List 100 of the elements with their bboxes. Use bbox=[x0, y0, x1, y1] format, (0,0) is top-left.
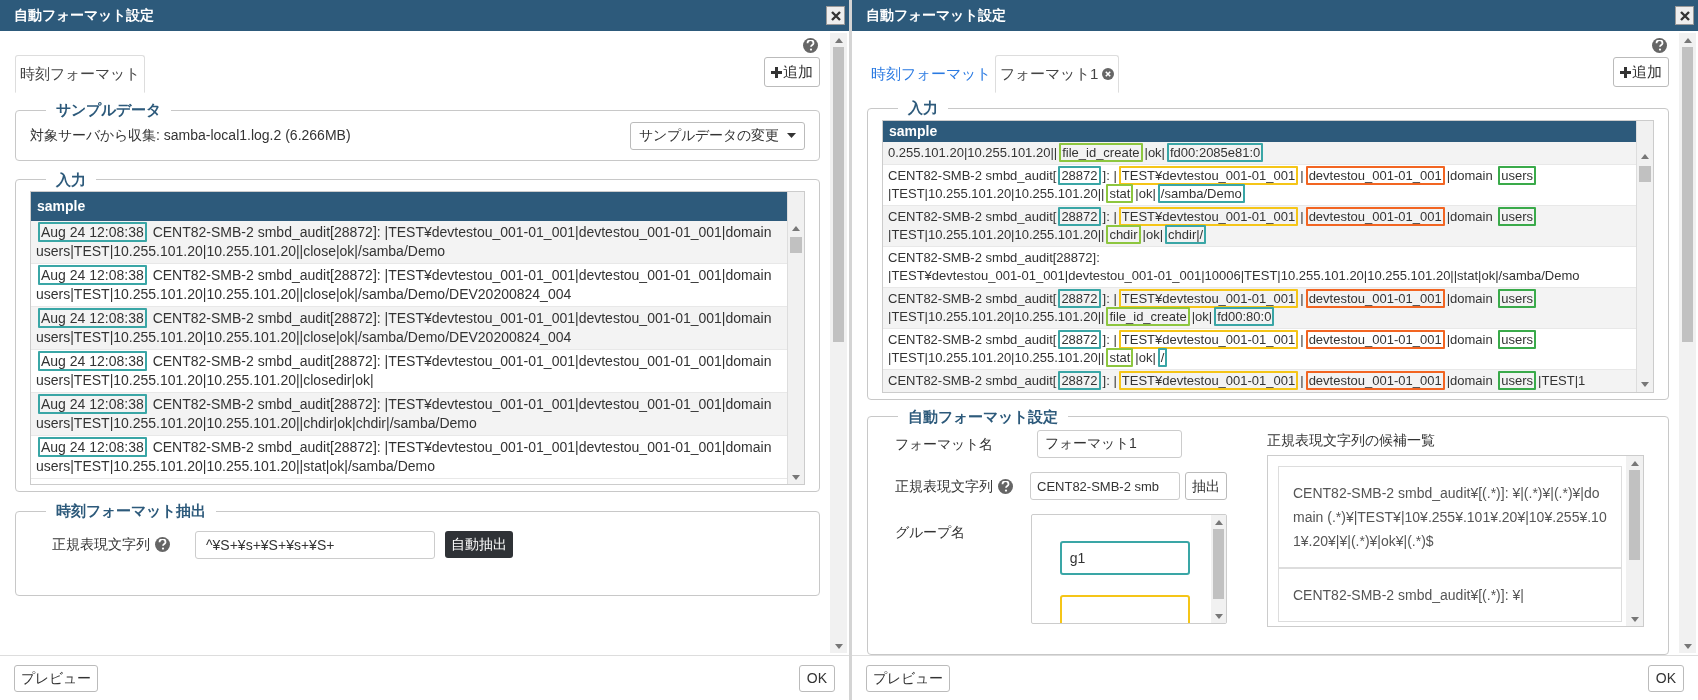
scroll-down-icon[interactable] bbox=[1630, 616, 1639, 622]
scroll-down-icon[interactable] bbox=[834, 643, 843, 649]
log-text: CENT82-SMB-2 bbox=[152, 439, 254, 455]
highlighted-text: 28872 bbox=[1058, 206, 1101, 226]
highlighted-text: fd00:80:0 bbox=[1214, 306, 1275, 326]
log-text: smbd_audit[ bbox=[985, 290, 1057, 306]
regex-input-field[interactable]: ^¥S+¥s+¥S+¥s+¥S+ bbox=[195, 530, 435, 559]
field-label: 正規表現文字列 bbox=[895, 476, 993, 496]
log-text: 0.255.101.20|10.255.101.20|| bbox=[888, 144, 1058, 160]
preview-button[interactable]: プレビュー bbox=[866, 664, 950, 692]
table-header: sample bbox=[883, 120, 1636, 142]
scroll-down-icon[interactable] bbox=[1214, 613, 1223, 619]
scroll-up-icon[interactable] bbox=[1214, 519, 1223, 525]
scroll-up-icon[interactable] bbox=[834, 37, 843, 43]
log-text: |TEST¥devtestou_001-01_001|devtestou_001-01_001|10006|TEST|10.255.101.20|10.255.101.20||stat|ok|/samba/Demo bbox=[888, 267, 1580, 283]
highlighted-text: devtestou_001-01_001 bbox=[1305, 165, 1445, 185]
log-text: CENT82-SMB-2 bbox=[152, 310, 254, 326]
highlighted-text: /samba/Demo bbox=[1157, 183, 1245, 203]
close-button[interactable] bbox=[826, 6, 845, 25]
window-title: 自動フォーマット設定 bbox=[14, 6, 154, 25]
log-text: smbd_audit[28872]: bbox=[257, 396, 381, 412]
plus-icon bbox=[771, 66, 782, 78]
log-text: smbd_audit[28872]: bbox=[985, 249, 1100, 265]
field-label: フォーマット名 bbox=[895, 434, 994, 454]
log-text: users|TEST|10.255.101.20|10.255.101.20||stat|ok|/samba/Demo bbox=[36, 458, 436, 474]
help-icon[interactable] bbox=[998, 478, 1013, 494]
regex-input-field[interactable]: CENT82-SMB-2 smb bbox=[1030, 472, 1180, 500]
highlighted-text: users bbox=[1498, 206, 1537, 226]
scrollbar[interactable] bbox=[1626, 456, 1643, 626]
close-button[interactable] bbox=[1675, 6, 1694, 25]
scroll-up-icon[interactable] bbox=[1641, 154, 1649, 159]
candidate-item[interactable]: CENT82-SMB-2 smbd_audit¥[(.*)]: ¥| bbox=[1278, 568, 1622, 622]
add-button[interactable]: 追加 bbox=[764, 57, 820, 87]
log-text: | bbox=[1113, 290, 1117, 306]
scroll-down-icon[interactable] bbox=[1641, 382, 1649, 387]
tab[interactable]: 時刻フォーマット bbox=[15, 55, 145, 93]
ok-button[interactable]: OK bbox=[1647, 664, 1684, 692]
scroll-up-icon[interactable] bbox=[1630, 460, 1639, 466]
log-text: | bbox=[1113, 167, 1117, 183]
scrollbar-thumb[interactable] bbox=[832, 47, 845, 342]
list-title: 正規表現文字列の候補一覧 bbox=[1267, 431, 1436, 450]
tab[interactable]: フォーマット1 bbox=[995, 55, 1120, 93]
preview-button[interactable]: プレビュー bbox=[14, 664, 98, 692]
scrollbar[interactable] bbox=[787, 192, 804, 484]
help-icon[interactable] bbox=[155, 537, 170, 552]
ok-button[interactable]: OK bbox=[798, 664, 835, 692]
scrollbar[interactable] bbox=[1211, 515, 1226, 623]
help-icon[interactable] bbox=[1652, 38, 1667, 53]
log-text: CENT82-SMB-2 bbox=[888, 208, 982, 224]
log-text: | bbox=[1113, 208, 1117, 224]
highlighted-text: / bbox=[1157, 347, 1168, 367]
window-title: 自動フォーマット設定 bbox=[866, 6, 1006, 25]
log-text: smbd_audit[ bbox=[985, 208, 1057, 224]
scrollbar-thumb[interactable] bbox=[790, 237, 802, 253]
log-text: smbd_audit[28872]: bbox=[257, 439, 381, 455]
section-legend: サンプルデータ bbox=[46, 99, 171, 122]
format-name-field[interactable]: フォーマット1 bbox=[1037, 430, 1182, 458]
log-text: users|TEST|10.255.101.20|10.255.101.20||closedir|ok| bbox=[36, 372, 374, 388]
highlighted-text: Aug 24 12:08:38 bbox=[38, 308, 147, 328]
tab[interactable]: 時刻フォーマット bbox=[867, 55, 995, 93]
scroll-up-icon[interactable] bbox=[792, 225, 800, 231]
log-text: smbd_audit[28872]: bbox=[257, 224, 381, 240]
log-text: users|TEST|10.255.101.20|10.255.101.20||close|ok|/samba/Demo/DEV20200824_004 bbox=[36, 286, 572, 302]
log-text: |TEST¥devtestou_001-01_001|devtestou_001-01_001|domain bbox=[384, 396, 772, 412]
log-text: smbd_audit[28872]: bbox=[257, 267, 381, 283]
log-text: CENT82-SMB-2 bbox=[152, 396, 254, 412]
help-icon[interactable] bbox=[803, 38, 818, 53]
highlighted-text: 28872 bbox=[1058, 329, 1101, 349]
scrollbar-thumb[interactable] bbox=[1213, 529, 1224, 599]
scroll-up-icon[interactable] bbox=[1683, 37, 1692, 43]
candidate-item[interactable]: CENT82-SMB-2 smbd_audit¥[(.*)]: ¥|(.*)¥|(.*)¥|domain (.*)¥|TEST¥|10¥.255¥.101¥.20¥|10¥.255¥.101¥.20¥|¥|(.*)¥|ok¥|(.*)$ bbox=[1278, 466, 1622, 568]
log-text: |TEST¥devtestou_001-01_001|devtestou_001-01_001|domain bbox=[384, 224, 772, 240]
table-header: sample bbox=[31, 192, 787, 221]
log-text: |ok| bbox=[1142, 226, 1164, 242]
scrollbar-thumb[interactable] bbox=[1681, 47, 1694, 342]
log-text: |TEST|10.255.101.20|10.255.101.20|| bbox=[888, 185, 1105, 201]
auto-extract-button[interactable]: 自動抽出 bbox=[445, 531, 513, 558]
highlighted-text: devtestou_001-01_001 bbox=[1305, 206, 1445, 226]
section-legend: 入力 bbox=[898, 97, 948, 120]
scroll-down-icon[interactable] bbox=[1683, 643, 1692, 649]
highlighted-text: 28872 bbox=[1058, 288, 1101, 308]
log-text: | bbox=[1300, 372, 1304, 388]
log-text: |TEST|1 bbox=[1538, 372, 1586, 388]
log-text: smbd_audit[ bbox=[985, 331, 1057, 347]
sample-data-dropdown[interactable]: サンプルデータの変更 bbox=[630, 121, 805, 150]
scroll-down-icon[interactable] bbox=[792, 474, 800, 480]
scrollbar[interactable] bbox=[1679, 33, 1696, 653]
log-text: | bbox=[1300, 167, 1304, 183]
group-name-field[interactable]: g1 bbox=[1059, 541, 1190, 575]
scrollbar[interactable] bbox=[1636, 120, 1653, 392]
extract-button[interactable]: 抽出 bbox=[1185, 472, 1227, 500]
log-text: users|TEST|10.255.101.20|10.255.101.20||chdir|ok|chdir|/samba/Demo bbox=[36, 415, 477, 431]
close-tab-icon[interactable] bbox=[1102, 68, 1115, 80]
scrollbar[interactable] bbox=[830, 33, 847, 653]
scrollbar-thumb[interactable] bbox=[1628, 470, 1641, 560]
scrollbar-thumb[interactable] bbox=[1639, 165, 1651, 182]
group-name-field[interactable] bbox=[1059, 595, 1190, 623]
log-text: | bbox=[1300, 290, 1304, 306]
add-button[interactable]: 追加 bbox=[1613, 57, 1669, 87]
log-text: |ok| bbox=[1144, 144, 1165, 160]
